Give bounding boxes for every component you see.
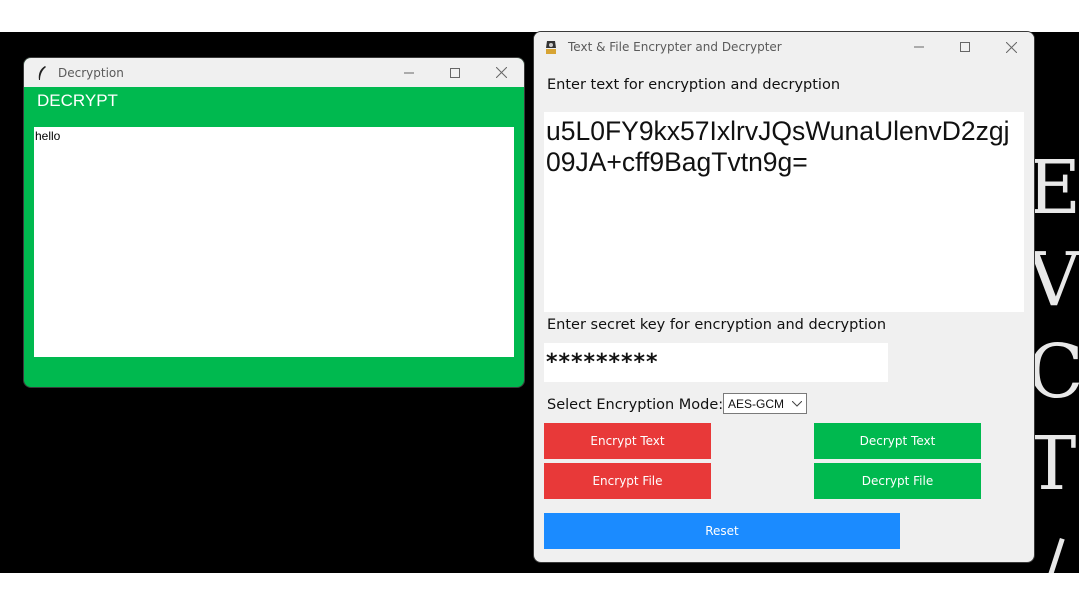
decrypt-heading: DECRYPT bbox=[37, 91, 118, 110]
window-title: Decryption bbox=[58, 65, 124, 80]
text-input-area[interactable]: u5L0FY9kx57IxlrvJQsWunaUlenvD2zgj09JA+cf… bbox=[544, 112, 1024, 312]
decrypted-output-text[interactable]: hello bbox=[34, 127, 514, 357]
encryption-mode-select[interactable]: AES-GCM bbox=[723, 393, 807, 414]
secret-key-field[interactable] bbox=[544, 343, 888, 382]
decryption-window: Decryption DECRYPT hello bbox=[24, 58, 524, 387]
close-icon bbox=[495, 67, 507, 78]
wallpaper-letter: E bbox=[1027, 145, 1079, 231]
decryption-titlebar[interactable]: Decryption bbox=[24, 58, 524, 87]
encrypt-text-button[interactable]: Encrypt Text bbox=[544, 423, 711, 459]
maximize-icon bbox=[450, 67, 460, 78]
encrypt-file-button[interactable]: Encrypt File bbox=[544, 463, 711, 499]
wallpaper-letter: V bbox=[1027, 237, 1079, 323]
close-icon bbox=[1005, 41, 1017, 53]
chevron-down-icon bbox=[792, 400, 802, 407]
text-input-label: Enter text for encryption and decryption bbox=[547, 77, 841, 93]
encrypter-window: Text & File Encrypter and Decrypter Ente… bbox=[534, 32, 1034, 562]
maximize-button[interactable] bbox=[942, 32, 988, 62]
decrypt-file-button[interactable]: Decrypt File bbox=[814, 463, 981, 499]
close-button[interactable] bbox=[478, 58, 524, 88]
decrypt-text-button[interactable]: Decrypt Text bbox=[814, 423, 981, 459]
minimize-icon bbox=[914, 46, 924, 48]
close-button[interactable] bbox=[988, 32, 1034, 62]
window-title: Text & File Encrypter and Decrypter bbox=[568, 40, 782, 54]
key-input-label: Enter secret key for encryption and decr… bbox=[547, 317, 887, 333]
mode-label: Select Encryption Mode: bbox=[547, 397, 724, 413]
background-wallpaper-text: E V C T bbox=[1027, 142, 1079, 510]
maximize-button[interactable] bbox=[432, 58, 478, 88]
feather-icon bbox=[34, 65, 50, 81]
reset-button[interactable]: Reset bbox=[544, 513, 900, 549]
wallpaper-letter: T bbox=[1027, 421, 1077, 507]
minimize-icon bbox=[404, 72, 414, 73]
minimize-button[interactable] bbox=[896, 32, 942, 62]
app-logo-icon bbox=[544, 39, 560, 55]
selected-mode: AES-GCM bbox=[728, 396, 785, 411]
maximize-icon bbox=[960, 42, 970, 52]
wallpaper-slash bbox=[1038, 537, 1065, 573]
minimize-button[interactable] bbox=[386, 58, 432, 88]
wallpaper-letter: C bbox=[1027, 329, 1079, 415]
encrypter-titlebar[interactable]: Text & File Encrypter and Decrypter bbox=[534, 32, 1034, 62]
